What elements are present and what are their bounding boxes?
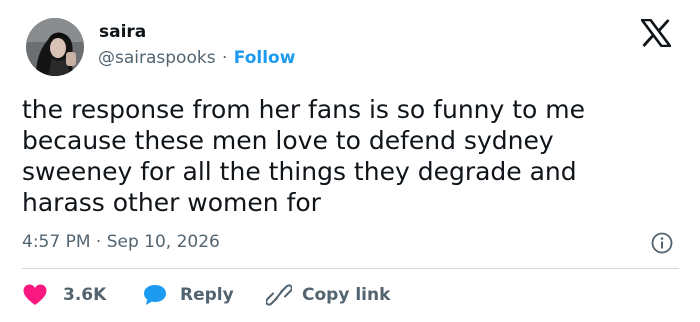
copy-link-label: Copy link bbox=[302, 285, 391, 305]
tweet-text-line: sweeney for all the things they degrade … bbox=[22, 157, 577, 186]
tweet-date: Sep 10, 2026 bbox=[106, 232, 220, 252]
tweet-text-line: the response from her fans is so funny t… bbox=[22, 95, 586, 124]
handle-separator: · bbox=[221, 48, 228, 68]
like-button[interactable]: 3.6K bbox=[22, 282, 106, 308]
tweet-text-line: harass other women for bbox=[22, 188, 321, 217]
timestamp-separator: · bbox=[95, 232, 102, 252]
avatar-image bbox=[26, 18, 84, 76]
reply-button[interactable]: Reply bbox=[142, 282, 234, 308]
copy-link-button[interactable]: Copy link bbox=[266, 282, 390, 308]
avatar[interactable] bbox=[26, 18, 84, 76]
author-name[interactable]: saira bbox=[99, 22, 146, 42]
x-logo-icon[interactable] bbox=[639, 18, 673, 48]
tweet-text-line: because these men love to defend sydney bbox=[22, 126, 554, 155]
info-icon[interactable] bbox=[651, 232, 673, 254]
heart-icon bbox=[22, 283, 48, 307]
tweet-text: the response from her fans is so funny t… bbox=[22, 94, 682, 218]
speech-bubble-icon bbox=[142, 283, 168, 307]
author-handle-row: @sairaspooks · Follow bbox=[98, 48, 295, 68]
like-count: 3.6K bbox=[63, 285, 107, 305]
reply-label: Reply bbox=[180, 285, 234, 305]
author-handle[interactable]: @sairaspooks bbox=[98, 48, 216, 68]
link-icon bbox=[266, 283, 292, 307]
tweet-time: 4:57 PM bbox=[22, 232, 91, 252]
follow-button[interactable]: Follow bbox=[234, 48, 296, 68]
tweet-timestamp[interactable]: 4:57 PM · Sep 10, 2026 bbox=[22, 232, 220, 252]
divider bbox=[22, 268, 679, 269]
